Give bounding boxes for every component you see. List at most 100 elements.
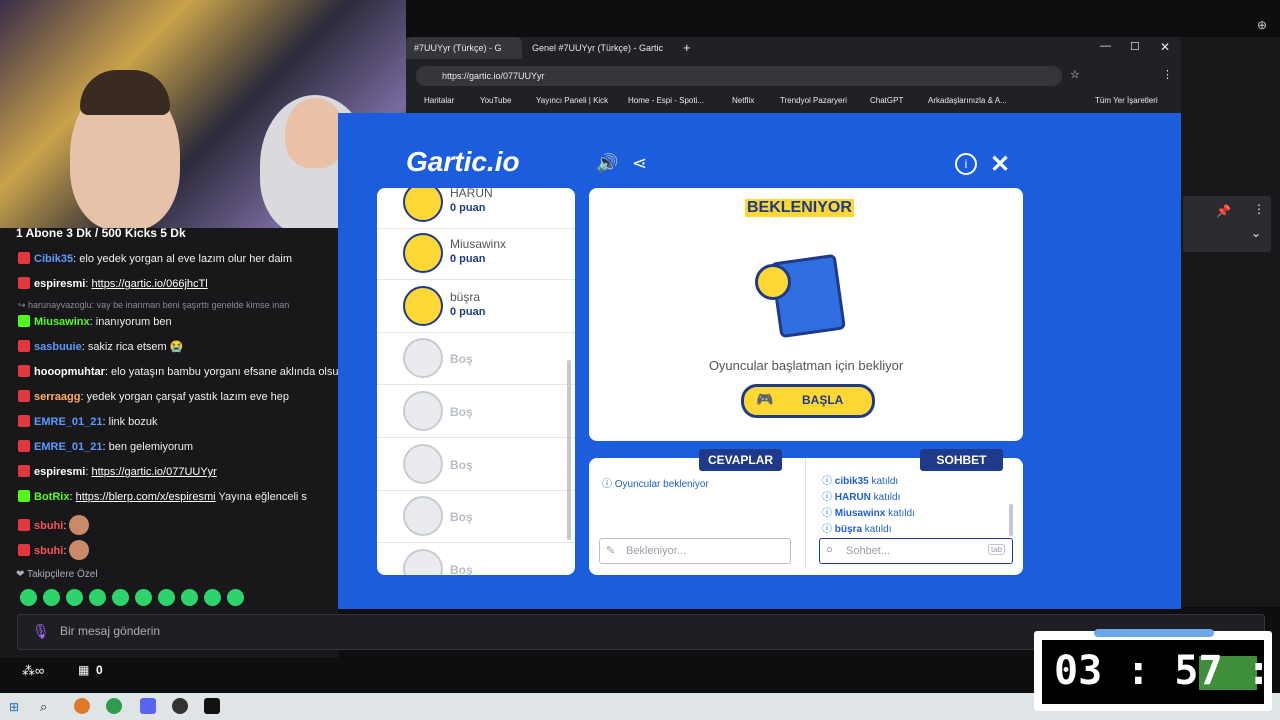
joined-message: ⓘ Miusawinx katıldı — [822, 508, 915, 519]
bookmark-item[interactable]: Haritalar — [424, 96, 454, 105]
mic-icon: 🎙 — [32, 623, 50, 639]
chat-input[interactable]: ○ Sohbet... tab — [819, 538, 1013, 564]
chat-link[interactable]: https://gartic.io/077UUYyr — [92, 466, 217, 478]
empty-slot-row: Boş — [377, 490, 575, 543]
chat-text: elo yedek yorgan al eve lazım olur her d… — [79, 253, 293, 265]
chat-username[interactable]: serraagg — [34, 391, 80, 403]
empty-slot-label: Boş — [450, 563, 473, 575]
chat-username[interactable]: sasbuuie — [34, 341, 82, 353]
browser-menu-icon[interactable]: ⋮ — [1162, 68, 1173, 81]
chat-text: sakiz rica etsem 😭 — [87, 341, 184, 353]
tab-chat[interactable]: SOHBET — [920, 449, 1003, 471]
joined-suffix: katıldı — [864, 524, 892, 535]
timer-accent — [1094, 629, 1214, 637]
joined-message: ⓘ cibik35 katıldı — [822, 476, 899, 487]
address-bar[interactable]: https://gartic.io/077UUYyr — [416, 66, 1062, 86]
user-badge-icon — [18, 365, 30, 377]
chat-link[interactable]: https://gartic.io/066jhcTl — [92, 278, 208, 290]
minimize-icon[interactable]: — — [1100, 40, 1111, 52]
tab-answers[interactable]: CEVAPLAR — [699, 449, 782, 471]
bookmark-item[interactable]: YouTube — [480, 96, 511, 105]
answer-input[interactable]: ✎ Bekleniyor... — [599, 538, 791, 564]
gift-icon[interactable]: ▦ — [78, 663, 89, 677]
bookmark-item[interactable]: Yayıncı Paneli | Kick — [536, 96, 608, 105]
emote-row[interactable] — [20, 589, 250, 611]
chat-message: espiresmi: https://gartic.io/066jhcTl — [18, 277, 338, 290]
emote-icon — [69, 515, 90, 535]
chat-username[interactable]: hooopmuhtar — [34, 366, 105, 378]
more-icon[interactable]: ⋮ — [1253, 202, 1265, 216]
bookmark-item[interactable]: Trendyol Pazaryeri — [780, 96, 847, 105]
chat-text: inanıyorum ben — [95, 316, 172, 328]
bookmark-star-icon[interactable]: ☆ — [1070, 68, 1080, 81]
close-game-icon[interactable]: ✕ — [990, 150, 1010, 179]
right-panel — [1181, 37, 1280, 607]
chat-text: Yayına eğlenceli s — [218, 491, 307, 503]
new-tab-icon[interactable]: + — [683, 40, 691, 55]
chrome-icon[interactable] — [106, 698, 122, 714]
players-scrollbar[interactable] — [567, 360, 571, 540]
firefox-icon[interactable] — [74, 698, 90, 714]
chat-text: ben gelemiyorum — [108, 441, 193, 453]
chat-text: yedek yorgan çarşaf yastık lazım eve hep — [86, 391, 289, 403]
empty-slot-label: Boş — [450, 405, 473, 419]
discord-icon[interactable] — [140, 698, 156, 714]
answers-chat-panel: ⓘ Oyuncular bekleniyor ✎ Bekleniyor... ⓘ… — [589, 458, 1023, 575]
user-badge-icon — [18, 340, 30, 352]
empty-slot-row: Boş — [377, 543, 575, 575]
start-button[interactable]: 🎮 BAŞLA — [741, 384, 875, 418]
share-icon[interactable]: ⋖ — [632, 153, 647, 174]
chat-link[interactable]: https://blerp.com/x/espiresmi — [76, 491, 216, 503]
search-icon: ○ — [826, 544, 833, 556]
chat-username[interactable]: BotRix — [34, 491, 69, 503]
chat-message: hooopmuhtar: elo yataşın bambu yorganı e… — [18, 365, 338, 378]
maximize-icon[interactable]: ☐ — [1130, 40, 1140, 53]
gamepad-icon: 🎮 — [756, 391, 774, 407]
zoom-icon[interactable]: ⊕ — [1257, 18, 1267, 32]
chat-username[interactable]: espiresmi — [34, 466, 85, 478]
close-window-icon[interactable]: ✕ — [1160, 40, 1170, 54]
joined-player-name: HARUN — [834, 492, 871, 503]
pin-icon[interactable]: 📌 — [1216, 204, 1231, 218]
chat-username[interactable]: Cibik35 — [34, 253, 73, 265]
empty-slot-row: Boş — [377, 332, 575, 385]
user-badge-icon — [18, 490, 30, 502]
chevron-down-icon[interactable]: ⌄ — [1251, 226, 1261, 240]
chat-username[interactable]: sbuhi — [34, 520, 63, 532]
user-badge-icon — [18, 315, 30, 327]
user-badge-icon — [18, 440, 30, 452]
points-icon[interactable]: ⁂∞ — [22, 663, 44, 679]
chat-username[interactable]: sbuhi — [34, 545, 63, 557]
search-taskbar-icon[interactable]: ⌕ — [40, 699, 47, 715]
app-icon[interactable] — [204, 698, 220, 714]
bookmark-item[interactable]: Arkadaşlarınızla & A... — [928, 96, 1007, 105]
tab-active[interactable]: #7UUYyr (Türkçe) - G — [406, 37, 522, 59]
bookmark-item[interactable]: ChatGPT — [870, 96, 903, 105]
reply-text: harunayvazoglu: vay be inanman beni şaşı… — [28, 300, 290, 310]
chat-username[interactable]: EMRE_01_21 — [34, 441, 103, 453]
followers-only-label: ❤ Takipçilere Özel — [16, 569, 98, 580]
empty-slot-label: Boş — [450, 510, 473, 524]
chat-username[interactable]: Miusawinx — [34, 316, 90, 328]
user-badge-icon — [18, 465, 30, 477]
windows-start-icon[interactable]: ⊞ — [9, 700, 19, 714]
empty-avatar-icon — [403, 549, 443, 575]
user-badge-icon — [18, 252, 30, 264]
tab-inactive[interactable]: Genel #7UUYyr (Türkçe) - Gartic — [524, 37, 678, 59]
joined-player-name: cibik35 — [834, 476, 869, 487]
user-badge-icon — [18, 390, 30, 402]
bookmark-item[interactable]: Netflix — [732, 96, 754, 105]
bookmark-item[interactable]: Home - Espi - Spoti... — [628, 96, 704, 105]
obs-icon[interactable] — [172, 698, 188, 714]
sound-icon[interactable]: 🔊 — [596, 153, 618, 174]
chat-username[interactable]: EMRE_01_21 — [34, 416, 103, 428]
chat-message: EMRE_01_21: ben gelemiyorum — [18, 440, 338, 453]
bookmark-item[interactable]: Tüm Yer İşaretleri — [1095, 96, 1158, 105]
hair-left — [80, 70, 170, 115]
clock-icon — [755, 264, 791, 300]
chat-scrollbar[interactable] — [1009, 504, 1013, 536]
empty-avatar-icon — [403, 338, 443, 378]
chat-username[interactable]: espiresmi — [34, 278, 85, 290]
joined-message: ⓘ HARUN katıldı — [822, 492, 901, 503]
info-icon[interactable]: i — [955, 153, 977, 175]
